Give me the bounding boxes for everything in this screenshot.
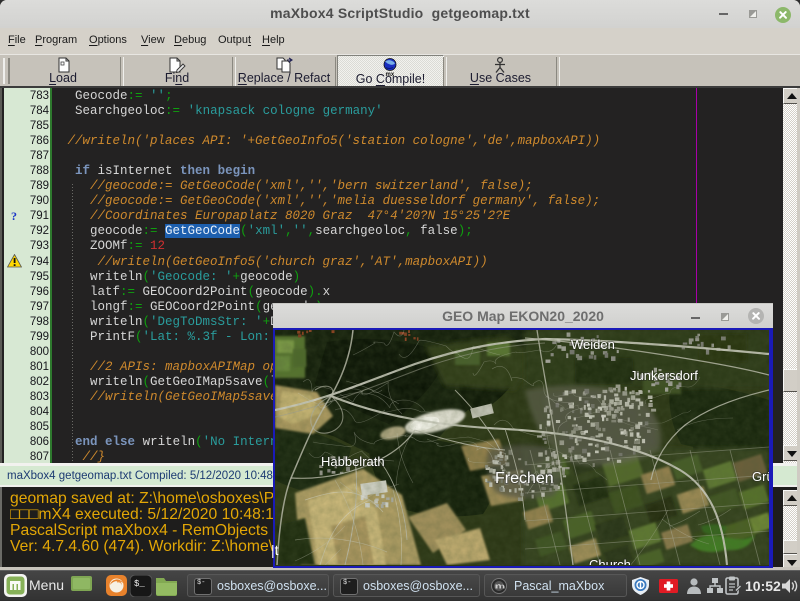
svg-text:mx: mx bbox=[386, 72, 395, 77]
svg-text:?: ? bbox=[11, 209, 17, 222]
svg-text:Junkersdorf: Junkersdorf bbox=[630, 368, 698, 383]
svg-text:Weiden: Weiden bbox=[571, 337, 615, 352]
svg-text:Habbelrath: Habbelrath bbox=[321, 454, 385, 469]
svg-text:Church: Church bbox=[589, 557, 631, 565]
svg-text:Grü: Grü bbox=[752, 469, 769, 484]
svg-text:Frechen: Frechen bbox=[495, 470, 554, 487]
